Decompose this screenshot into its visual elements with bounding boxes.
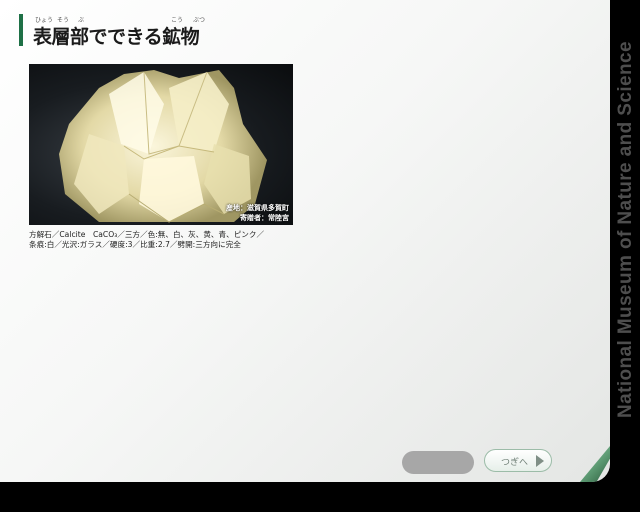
donor-caption: 寄贈者：常陸宮 (240, 214, 289, 222)
mineral-description-line: 条痕:白／光沢:ガラス／硬度:3／比重:2.7／劈開:三方向に完全 (29, 240, 241, 249)
next-button-label: つぎへ (501, 458, 529, 468)
museum-name-vertical: National Museum of Nature and Science (615, 41, 636, 418)
calcite-specimen-photo: 産地：滋賀県多賀町 寄贈者：常陸宮 (29, 64, 293, 225)
next-button[interactable]: つぎへ (484, 449, 552, 472)
play-arrow-icon (536, 455, 544, 467)
locality-caption: 産地：滋賀県多賀町 (226, 204, 289, 212)
previous-button[interactable] (402, 451, 474, 474)
title-accent-bar (19, 14, 23, 46)
page-curl-corner (580, 446, 610, 482)
calcite-crystal-image (59, 70, 267, 223)
page-title: 表層部でできる鉱物 (33, 26, 200, 48)
content-page: ひょう そう ぶ こう ぶつ 表層部でできる鉱物 産地：滋賀県多賀町 寄贈者：常 (0, 0, 610, 482)
